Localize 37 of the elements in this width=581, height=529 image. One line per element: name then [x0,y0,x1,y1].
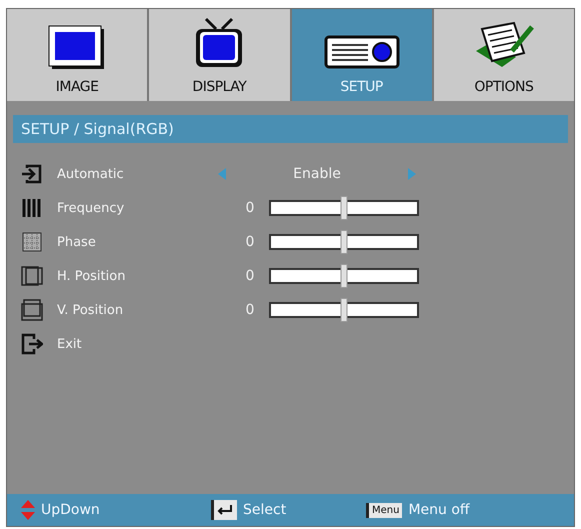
enter-key-icon [211,500,237,520]
menu-tab[interactable]: DISPLAY [149,9,290,101]
projector-icon [324,35,400,69]
grid-icon [21,231,43,253]
slider-value: 0 [244,234,256,250]
menu-item[interactable]: Frequency [57,200,217,216]
slider-thumb[interactable] [340,264,348,288]
overlapping-squares-icon [21,299,43,321]
left-arrow-icon[interactable] [217,167,227,181]
slider-thumb[interactable] [340,230,348,254]
menu-item[interactable]: H. Position [57,268,217,284]
menu-key: Menu [366,502,402,518]
hint-label: Menu off [408,502,470,518]
slider-thumb[interactable] [340,196,348,220]
slider-value: 0 [244,200,256,216]
input-icon [21,163,43,185]
menu-item[interactable]: Phase [57,234,217,250]
bars-icon [21,197,43,219]
slider-value: 0 [244,268,256,284]
menu-tab[interactable]: OPTIONS [434,9,574,101]
right-arrow-icon[interactable] [407,167,417,181]
menu-item[interactable]: V. Position [57,302,217,318]
hint-label: Select [243,502,286,518]
monitor-icon [48,25,106,69]
overlapping-squares-icon [21,265,43,287]
tv-icon [194,17,244,69]
menu-item[interactable]: Automatic [57,166,217,182]
hint-label: UpDown [41,502,100,518]
exit-icon [21,333,43,355]
slider-thumb[interactable] [340,298,348,322]
menu-item[interactable]: Exit [57,336,217,352]
breadcrumb-bar: SETUP / Signal(RGB) [13,115,568,143]
slider-value: 0 [244,302,256,318]
up-down-arrows-icon [21,500,35,520]
menu-tab[interactable]: IMAGE [7,9,148,101]
menu-tab[interactable]: SETUP [292,9,432,101]
option-value: Enable [293,166,341,182]
